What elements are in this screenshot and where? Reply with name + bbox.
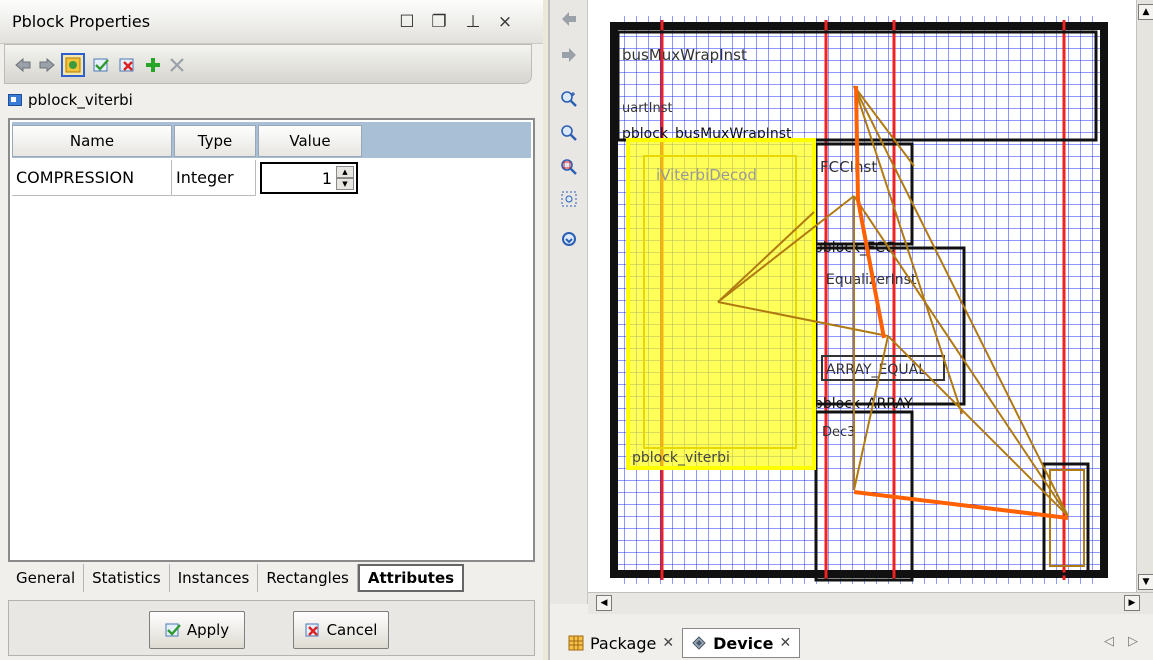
maximize-icon[interactable]: ☐ — [396, 11, 418, 33]
cancel-label: Cancel — [326, 621, 378, 639]
tab-device-label: Device — [713, 633, 774, 653]
tab-package[interactable]: Package ✕ — [560, 628, 682, 658]
tab-instances[interactable]: Instances — [170, 564, 259, 592]
label-pblock-viterbi: pblock_viterbi — [632, 450, 730, 466]
zoom-fit-icon[interactable] — [558, 156, 580, 178]
value-spinner[interactable]: 1 ▲ ▼ — [260, 162, 358, 194]
add-icon[interactable] — [141, 53, 165, 77]
label-bus: busMuxWrapInst — [622, 46, 747, 64]
column-header-type[interactable]: Type — [174, 125, 256, 157]
forward-arrow-icon[interactable] — [558, 44, 580, 66]
auto-update-icon[interactable] — [61, 53, 85, 77]
zoom-area-icon[interactable] — [558, 188, 580, 210]
property-tabs: General Statistics Instances Rectangles … — [8, 562, 535, 594]
label-pblock-array: pblock_ARRAY — [814, 396, 913, 412]
properties-toolbar — [4, 44, 532, 84]
package-icon — [568, 635, 584, 651]
tab-device[interactable]: Device ✕ — [682, 628, 801, 658]
back-arrow-icon[interactable] — [11, 53, 35, 77]
label-fcc: FCCInst — [820, 158, 877, 176]
spinner-up-icon[interactable]: ▲ — [336, 166, 354, 178]
close-icon[interactable]: × — [494, 11, 516, 33]
tab-scroll-right-icon[interactable]: ▷ — [1128, 634, 1138, 649]
remove-icon[interactable] — [165, 53, 189, 77]
label-array-equal: ARRAY_EQUAL — [826, 362, 926, 378]
fpga-device-map[interactable]: busMuxWrapInst uartInst pblock_busMuxWra… — [588, 0, 1136, 592]
back-arrow-icon[interactable] — [558, 8, 580, 30]
pblock-properties-panel: Pblock Properties ☐ ❐ ⊥ × pblock_viterbi… — [0, 0, 543, 660]
tab-general[interactable]: General — [8, 564, 85, 592]
cell-attribute-type[interactable]: Integer — [172, 160, 256, 196]
pin-icon[interactable]: ⊥ — [462, 11, 484, 33]
select-all-icon[interactable] — [89, 53, 113, 77]
refresh-icon[interactable] — [558, 228, 580, 250]
zoom-in-icon[interactable] — [558, 88, 580, 110]
close-icon[interactable]: ✕ — [779, 635, 791, 651]
horizontal-scrollbar[interactable]: ◀ ▶ — [588, 592, 1153, 614]
column-header-name[interactable]: Name — [12, 125, 172, 157]
device-view-panel: busMuxWrapInst uartInst pblock_busMuxWra… — [548, 0, 1153, 660]
scroll-right-icon[interactable]: ▶ — [1124, 595, 1140, 611]
device-canvas[interactable]: busMuxWrapInst uartInst pblock_busMuxWra… — [588, 0, 1136, 592]
deselect-icon[interactable] — [115, 53, 139, 77]
tab-scroll-left-icon[interactable]: ◁ — [1104, 634, 1114, 649]
restore-icon[interactable]: ❐ — [428, 11, 450, 33]
cell-attribute-name[interactable]: COMPRESSION — [12, 160, 172, 196]
apply-label: Apply — [186, 621, 230, 639]
zoom-out-icon[interactable] — [558, 122, 580, 144]
spinner-buttons: ▲ ▼ — [336, 166, 354, 190]
close-icon[interactable]: ✕ — [662, 635, 674, 651]
vivado-window: Pblock Properties ☐ ❐ ⊥ × pblock_viterbi… — [0, 0, 1153, 660]
pblock-header: pblock_viterbi — [8, 88, 133, 112]
label-uart: uartInst — [622, 101, 673, 116]
pblock-viterbi-highlight[interactable] — [626, 138, 816, 470]
pblock-name: pblock_viterbi — [28, 91, 133, 109]
cancel-icon — [305, 623, 319, 637]
column-header-value[interactable]: Value — [258, 125, 362, 157]
forward-arrow-icon[interactable] — [35, 53, 59, 77]
scroll-down-icon[interactable]: ▼ — [1138, 574, 1153, 590]
tab-rectangles[interactable]: Rectangles — [258, 564, 358, 592]
apply-icon — [165, 623, 181, 637]
label-dec: Dec3 — [822, 425, 855, 440]
panel-title: Pblock Properties — [12, 12, 151, 31]
scroll-up-icon[interactable]: ▲ — [1138, 4, 1153, 20]
device-toolbar — [550, 0, 588, 604]
apply-button[interactable]: Apply — [149, 611, 245, 649]
action-bar: Apply Cancel — [8, 600, 535, 656]
cancel-button[interactable]: Cancel — [293, 611, 389, 649]
tab-statistics[interactable]: Statistics — [84, 564, 170, 592]
scroll-left-icon[interactable]: ◀ — [596, 595, 612, 611]
table-header: Name Type Value — [12, 122, 531, 158]
tab-package-label: Package — [590, 633, 657, 653]
attributes-table: Name Type Value COMPRESSION Integer 1 ▲ … — [8, 118, 535, 562]
vertical-scrollbar[interactable]: ▲ ▼ — [1136, 0, 1153, 592]
pblock-icon — [8, 94, 22, 106]
tab-attributes[interactable]: Attributes — [357, 564, 465, 592]
view-tabs: Package ✕ Device ✕ ◁ ▷ — [550, 626, 1153, 660]
label-viterbi-inst: iViterbiDecod — [656, 166, 757, 184]
spinner-down-icon[interactable]: ▼ — [336, 178, 354, 190]
panel-titlebar: Pblock Properties ☐ ❐ ⊥ × — [0, 0, 543, 44]
spinner-value[interactable]: 1 — [322, 169, 332, 188]
device-icon — [692, 636, 706, 650]
